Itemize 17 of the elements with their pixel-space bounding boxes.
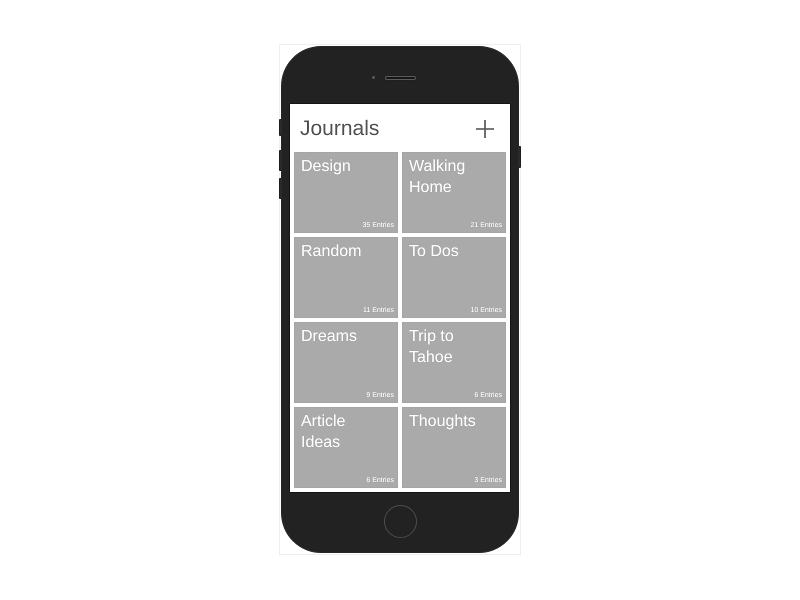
journal-title: Thoughts xyxy=(409,412,477,432)
journal-title: Dreams xyxy=(301,327,358,347)
journal-title: Design xyxy=(301,157,352,177)
side-button[interactable] xyxy=(279,150,282,171)
speaker-grille xyxy=(384,76,416,80)
side-button[interactable] xyxy=(279,178,282,199)
journal-title: Walking Home xyxy=(409,157,466,198)
side-button[interactable] xyxy=(279,119,282,136)
side-button[interactable] xyxy=(518,146,521,168)
journal-title: Trip to Tahoe xyxy=(409,327,455,368)
journal-title: To Dos xyxy=(409,242,460,262)
plus-icon xyxy=(476,120,494,138)
add-button[interactable] xyxy=(475,118,495,138)
journal-title: Article Ideas xyxy=(301,412,346,453)
screen-title: Journals xyxy=(300,118,380,139)
home-button[interactable] xyxy=(384,504,416,538)
journal-title: Random xyxy=(301,242,362,262)
